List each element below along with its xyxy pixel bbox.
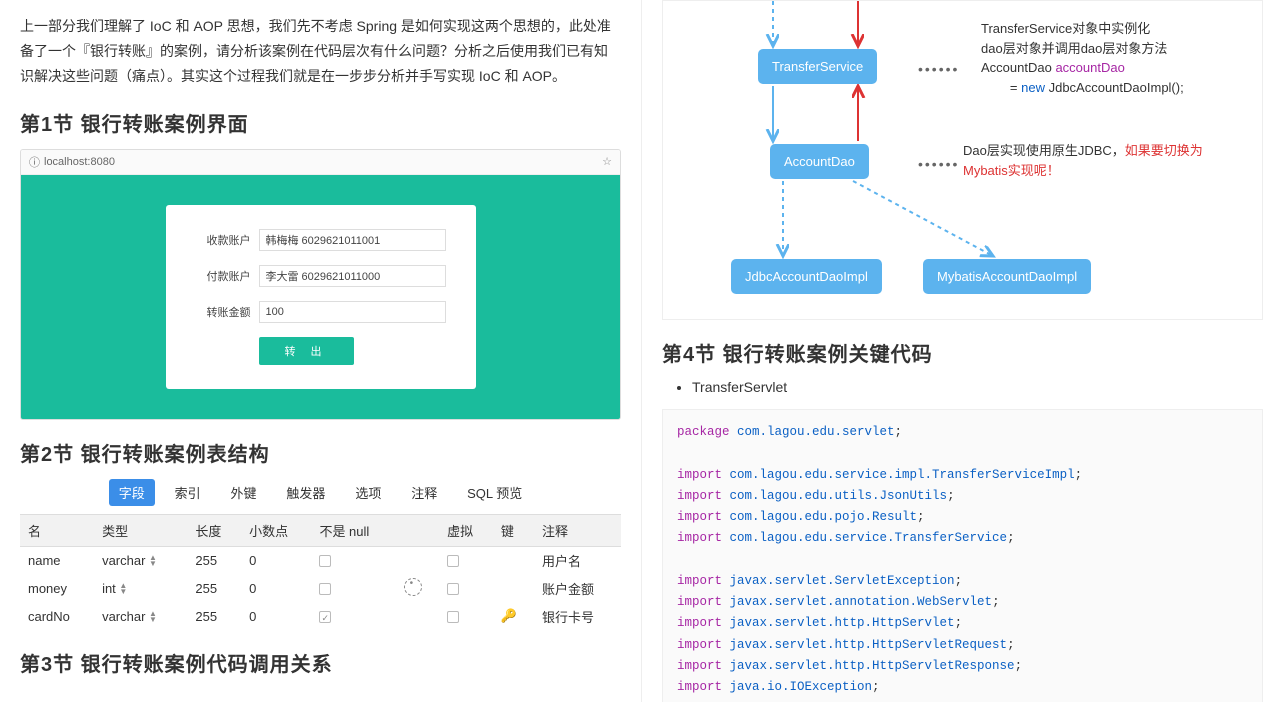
payee-label: 收款账户 bbox=[196, 232, 251, 248]
table-row: cardNo varchar ▲▼ 255 0 🔑 银行卡号 bbox=[20, 603, 621, 630]
transfer-button[interactable]: 转 出 bbox=[259, 337, 354, 365]
dots-icon: •••••• bbox=[918, 156, 959, 172]
browser-mock: ⓘ localhost:8080 ☆ 收款账户 付款账户 转账金额 bbox=[20, 149, 621, 420]
checkbox[interactable] bbox=[319, 583, 331, 595]
stepper-icon[interactable]: ▲▼ bbox=[149, 555, 159, 567]
intro-text: 上一部分我们理解了 IoC 和 AOP 思想，我们先不考虑 Spring 是如何… bbox=[20, 14, 621, 90]
th-dec: 小数点 bbox=[241, 514, 311, 546]
tab-trigger[interactable]: 触发器 bbox=[276, 479, 335, 506]
schema-table: 名 类型 长度 小数点 不是 null 虚拟 键 注释 name varchar… bbox=[20, 514, 621, 630]
checkbox[interactable] bbox=[319, 611, 331, 623]
tab-comment[interactable]: 注释 bbox=[401, 479, 447, 506]
tab-fk[interactable]: 外键 bbox=[221, 479, 267, 506]
th-type: 类型 bbox=[94, 514, 187, 546]
tab-sql[interactable]: SQL 预览 bbox=[457, 479, 532, 506]
amount-input[interactable] bbox=[259, 301, 446, 323]
key-icon: 🔑 bbox=[501, 608, 517, 623]
annotation-2: Dao层实现使用原生JDBC，如果要切换为 Mybatis实现呢！ bbox=[963, 141, 1203, 180]
payee-input[interactable] bbox=[259, 229, 446, 251]
tab-options[interactable]: 选项 bbox=[345, 479, 391, 506]
dots-icon: •••••• bbox=[918, 61, 959, 77]
amount-label: 转账金额 bbox=[196, 304, 251, 320]
checkbox[interactable] bbox=[447, 611, 459, 623]
checkbox[interactable] bbox=[447, 555, 459, 567]
th-len: 长度 bbox=[187, 514, 241, 546]
payer-label: 付款账户 bbox=[196, 268, 251, 284]
th-comment: 注释 bbox=[534, 514, 621, 546]
box-jdbc-impl: JdbcAccountDaoImpl bbox=[731, 259, 882, 294]
th-notnull: 不是 null bbox=[311, 514, 395, 546]
url-text: localhost:8080 bbox=[44, 156, 115, 168]
annotation-1: TransferService对象中实例化 dao层对象并调用dao层对象方法 … bbox=[981, 19, 1184, 97]
box-account-dao: AccountDao bbox=[770, 144, 869, 179]
drag-handle-icon[interactable] bbox=[404, 578, 422, 596]
bullet-item: TransferServlet bbox=[692, 379, 1263, 395]
section4-title: 第4节 银行转账案例关键代码 bbox=[662, 338, 1263, 367]
architecture-diagram: TransferService AccountDao JdbcAccountDa… bbox=[662, 0, 1263, 320]
info-icon: ⓘ bbox=[29, 154, 40, 170]
th-key: 键 bbox=[493, 514, 534, 546]
payer-input[interactable] bbox=[259, 265, 446, 287]
stepper-icon[interactable]: ▲▼ bbox=[119, 583, 129, 595]
code-block: package com.lagou.edu.servlet; import co… bbox=[662, 409, 1263, 702]
th-virtual: 虚拟 bbox=[439, 514, 493, 546]
section3-title: 第3节 银行转账案例代码调用关系 bbox=[20, 648, 621, 677]
section1-title: 第1节 银行转账案例界面 bbox=[20, 108, 621, 137]
box-mybatis-impl: MybatisAccountDaoImpl bbox=[923, 259, 1091, 294]
checkbox[interactable] bbox=[319, 555, 331, 567]
tab-index[interactable]: 索引 bbox=[165, 479, 211, 506]
table-row: money int ▲▼ 255 0 账户金额 bbox=[20, 574, 621, 603]
th-name: 名 bbox=[20, 514, 94, 546]
section2-title: 第2节 银行转账案例表结构 bbox=[20, 438, 621, 467]
checkbox[interactable] bbox=[447, 583, 459, 595]
star-icon[interactable]: ☆ bbox=[602, 155, 612, 168]
stepper-icon[interactable]: ▲▼ bbox=[149, 611, 159, 623]
tab-fields[interactable]: 字段 bbox=[109, 479, 155, 506]
table-row: name varchar ▲▼ 255 0 用户名 bbox=[20, 546, 621, 574]
box-transfer-service: TransferService bbox=[758, 49, 877, 84]
